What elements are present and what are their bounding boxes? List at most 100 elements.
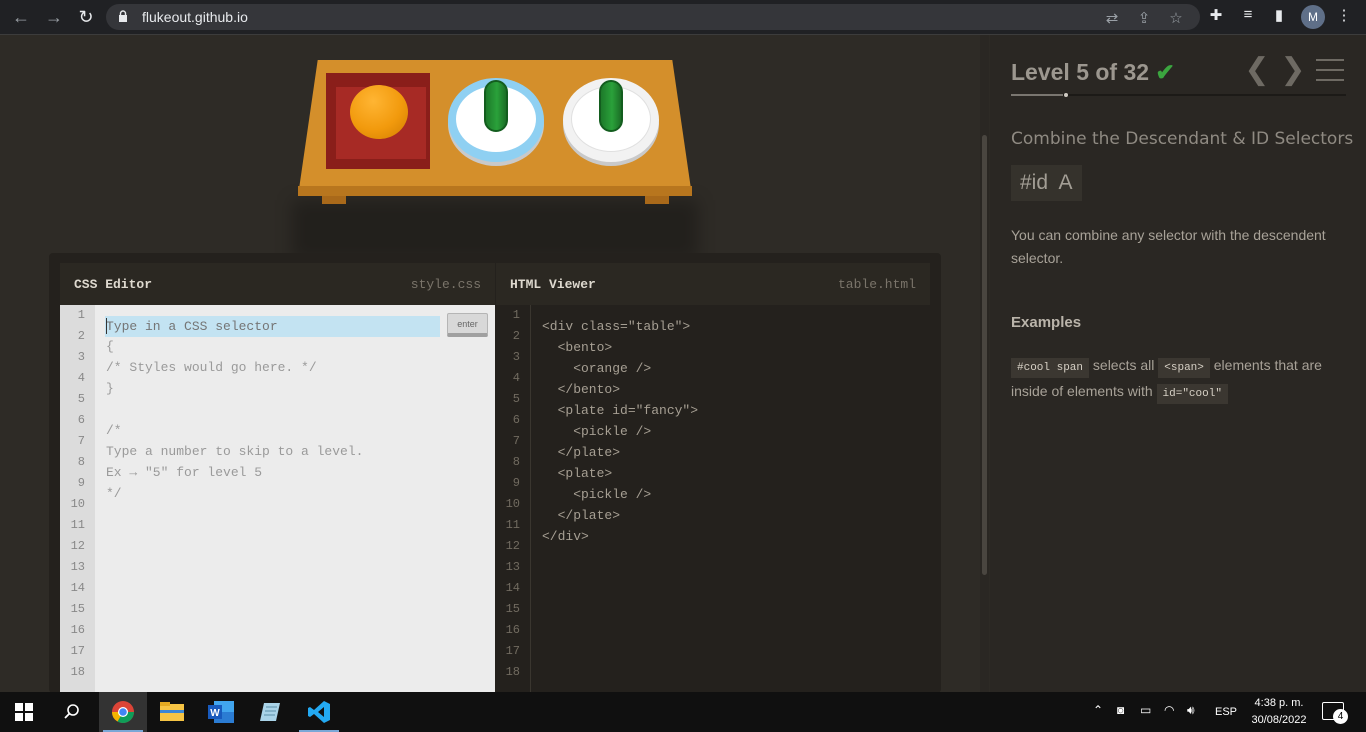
- line-number: 1: [512, 308, 520, 322]
- notepad-button[interactable]: [246, 692, 294, 732]
- level-sidebar: Level 5 of 32 ✔ ❮ ❯ Combine the Descenda…: [990, 35, 1366, 692]
- avatar[interactable]: M: [1301, 5, 1325, 29]
- line-number: 18: [70, 665, 85, 679]
- check-icon: ✔: [1155, 59, 1175, 85]
- line-number: 3: [77, 350, 85, 364]
- line-number: 17: [70, 644, 85, 658]
- line-number: 14: [505, 581, 520, 595]
- code-line: </plate>: [542, 445, 621, 460]
- address-bar[interactable]: flukeout.github.io ⇄ ⇪ ☆: [106, 4, 1200, 30]
- level-menu-icon[interactable]: [1316, 59, 1344, 81]
- windows-icon: [15, 703, 33, 721]
- folder-icon: [160, 702, 184, 721]
- line-number: 2: [77, 329, 85, 343]
- css-selector-input[interactable]: [105, 316, 440, 337]
- line-number: 11: [70, 518, 85, 532]
- code-line: Ex → "5" for level 5: [106, 465, 263, 480]
- chevron-up-icon[interactable]: ⌃: [1093, 703, 1103, 717]
- pickle[interactable]: [599, 80, 623, 132]
- clock[interactable]: 4:38 p. m. 30/08/2022: [1244, 695, 1314, 729]
- lesson-description: You can combine any selector with the de…: [1011, 227, 1326, 266]
- start-button[interactable]: [0, 692, 48, 732]
- enter-button[interactable]: enter: [447, 313, 488, 337]
- battery-icon[interactable]: ▭: [1140, 703, 1151, 717]
- selector-syntax: #id A: [1011, 165, 1082, 201]
- css-filename: style.css: [410, 277, 481, 292]
- line-number: 16: [505, 623, 520, 637]
- level-progress-bar: [1011, 93, 1346, 97]
- line-number: 4: [512, 371, 520, 385]
- line-number: 17: [505, 644, 520, 658]
- chrome-taskbar-button[interactable]: [99, 692, 147, 732]
- lesson-subtitle: Combine the Descendant & ID Selectors: [1011, 129, 1354, 149]
- meet-icon[interactable]: ◙: [1117, 703, 1124, 717]
- language-indicator[interactable]: ESP: [1215, 706, 1237, 718]
- line-number: 7: [512, 434, 520, 448]
- css-editor-body[interactable]: {/* Styles would go here. */} /* Type a nu…: [95, 305, 495, 695]
- css-editor-title: CSS Editor: [74, 277, 153, 292]
- extensions-icon[interactable]: ✚: [1205, 6, 1227, 24]
- vscode-button[interactable]: [295, 692, 343, 732]
- svg-text:W: W: [210, 708, 220, 719]
- next-level-icon[interactable]: ❯: [1280, 55, 1306, 85]
- translate-icon[interactable]: ⇄: [1102, 9, 1122, 27]
- line-number: 1: [77, 308, 85, 322]
- line-number: 3: [512, 350, 520, 364]
- html-filename: table.html: [837, 277, 916, 292]
- css-editor-header: CSS Editor style.css: [60, 263, 495, 305]
- editor-panel: CSS Editor style.css HTML Viewer table.h…: [49, 253, 941, 695]
- media-icon[interactable]: ≡: [1237, 6, 1259, 23]
- line-number: 5: [512, 392, 520, 406]
- chrome-icon: [112, 701, 134, 723]
- file-explorer-button[interactable]: [148, 692, 196, 732]
- line-number: 15: [70, 602, 85, 616]
- code-line: <bento>: [542, 340, 613, 355]
- reload-icon[interactable]: ↻: [74, 6, 98, 28]
- line-number: 11: [505, 518, 520, 532]
- code-line: /* Styles would go here. */: [106, 360, 317, 375]
- line-number: 18: [505, 665, 520, 679]
- star-icon[interactable]: ☆: [1166, 9, 1186, 27]
- line-number: 16: [70, 623, 85, 637]
- volume-icon[interactable]: 🔊︎: [1187, 703, 1195, 718]
- notepad-icon: [260, 703, 280, 721]
- previous-level-icon[interactable]: ❮: [1244, 55, 1270, 85]
- line-number: 9: [512, 476, 520, 490]
- word-icon: W: [208, 701, 234, 723]
- level-title: Level 5 of 32 ✔: [1011, 59, 1175, 86]
- line-number: 6: [512, 413, 520, 427]
- table-edge: [298, 186, 692, 196]
- forward-arrow-icon[interactable]: →: [42, 6, 66, 28]
- code-line: */: [106, 486, 122, 501]
- code-line: {: [106, 339, 114, 354]
- side-panel-icon[interactable]: ▮: [1268, 6, 1290, 24]
- table-shadow: [292, 200, 698, 260]
- example-code: <span>: [1158, 358, 1210, 378]
- html-viewer-header: HTML Viewer table.html: [496, 263, 930, 305]
- table-leg: [645, 196, 669, 204]
- clock-date: 30/08/2022: [1251, 714, 1307, 726]
- table-leg: [322, 196, 346, 204]
- code-line: <plate id="fancy">: [542, 403, 699, 418]
- line-number: 13: [505, 560, 520, 574]
- line-number: 12: [505, 539, 520, 553]
- line-number: 6: [77, 413, 85, 427]
- line-number: 8: [77, 455, 85, 469]
- orange[interactable]: [350, 85, 408, 139]
- wifi-icon[interactable]: ◠: [1164, 703, 1174, 717]
- menu-dots-icon[interactable]: ⋮: [1333, 6, 1355, 24]
- line-number: 10: [505, 497, 520, 511]
- code-line: </bento>: [542, 382, 621, 397]
- examples-heading: Examples: [1011, 314, 1082, 331]
- back-arrow-icon[interactable]: ←: [9, 6, 33, 28]
- word-button[interactable]: W: [197, 692, 245, 732]
- page-scrollbar[interactable]: [980, 35, 989, 692]
- search-button[interactable]: [48, 692, 96, 732]
- pickle[interactable]: [484, 80, 508, 132]
- code-line: </plate>: [542, 508, 621, 523]
- html-line-numbers: 1 2 3 4 5 6 7 8 9 10 11 12 13 14 15 16 17 18: [496, 305, 531, 695]
- line-number: 5: [77, 392, 85, 406]
- share-icon[interactable]: ⇪: [1134, 9, 1154, 27]
- lock-icon: [119, 10, 127, 22]
